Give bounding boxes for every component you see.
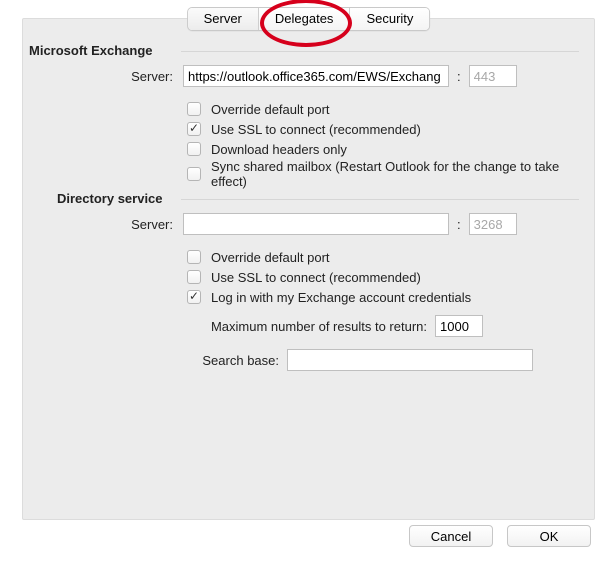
- exchange-use-ssl-label: Use SSL to connect (recommended): [211, 122, 421, 137]
- directory-port-input[interactable]: [469, 213, 517, 235]
- exchange-override-port-checkbox[interactable]: [187, 102, 201, 116]
- search-base-input[interactable]: [287, 349, 533, 371]
- exchange-server-input[interactable]: [183, 65, 449, 87]
- max-results-label: Maximum number of results to return:: [23, 319, 435, 334]
- exchange-sync-shared-checkbox[interactable]: [187, 167, 201, 181]
- exchange-sync-shared-label: Sync shared mailbox (Restart Outlook for…: [211, 159, 594, 189]
- exchange-server-label: Server:: [23, 69, 183, 84]
- divider: [181, 199, 579, 200]
- directory-override-port-label: Override default port: [211, 250, 330, 265]
- directory-server-input[interactable]: [183, 213, 449, 235]
- directory-override-port-checkbox[interactable]: [187, 250, 201, 264]
- section-title-exchange: Microsoft Exchange: [29, 43, 153, 58]
- directory-use-ssl-label: Use SSL to connect (recommended): [211, 270, 421, 285]
- tab-server[interactable]: Server: [188, 8, 259, 30]
- tab-bar: Server Delegates Security: [187, 7, 431, 31]
- ok-button[interactable]: OK: [507, 525, 591, 547]
- port-separator: :: [457, 69, 461, 84]
- directory-server-label: Server:: [23, 217, 183, 232]
- divider: [181, 51, 579, 52]
- account-settings-window: Server Delegates Security Microsoft Exch…: [0, 0, 615, 561]
- tab-delegates[interactable]: Delegates: [259, 8, 351, 30]
- exchange-download-headers-checkbox[interactable]: [187, 142, 201, 156]
- directory-login-exchange-checkbox[interactable]: [187, 290, 201, 304]
- section-title-directory: Directory service: [57, 191, 163, 206]
- exchange-port-input[interactable]: [469, 65, 517, 87]
- port-separator: :: [457, 217, 461, 232]
- exchange-use-ssl-checkbox[interactable]: [187, 122, 201, 136]
- cancel-button[interactable]: Cancel: [409, 525, 493, 547]
- max-results-input[interactable]: [435, 315, 483, 337]
- dialog-footer: Cancel OK: [409, 525, 591, 547]
- tab-security[interactable]: Security: [350, 8, 429, 30]
- settings-panel: Server Delegates Security Microsoft Exch…: [22, 18, 595, 520]
- exchange-override-port-label: Override default port: [211, 102, 330, 117]
- directory-login-exchange-label: Log in with my Exchange account credenti…: [211, 290, 471, 305]
- directory-use-ssl-checkbox[interactable]: [187, 270, 201, 284]
- search-base-label: Search base:: [23, 353, 287, 368]
- exchange-download-headers-label: Download headers only: [211, 142, 347, 157]
